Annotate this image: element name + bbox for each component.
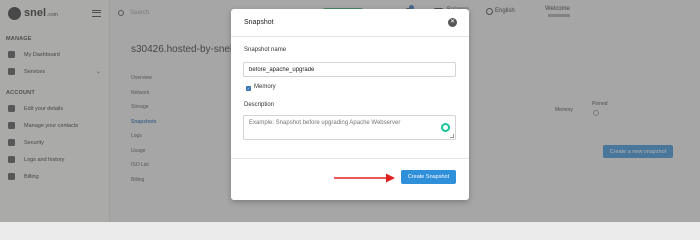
description-label: Description [244,102,275,108]
annotation-arrow-icon [334,173,395,183]
dialog-header: Snapshot [231,9,469,37]
snapshot-name-label: Snapshot name [244,47,287,53]
snapshot-name-input[interactable] [243,62,456,77]
create-snapshot-button[interactable]: Create Snapshot [401,170,456,184]
memory-checkbox[interactable]: ✓ [246,86,251,91]
grammarly-icon[interactable] [441,123,450,132]
resize-handle-icon[interactable] [450,134,454,138]
dialog-title: Snapshot [244,19,274,26]
dialog-divider [231,158,469,159]
close-icon[interactable]: ✕ [448,18,457,27]
description-textarea[interactable] [243,115,456,140]
memory-label[interactable]: Memory [254,84,276,90]
